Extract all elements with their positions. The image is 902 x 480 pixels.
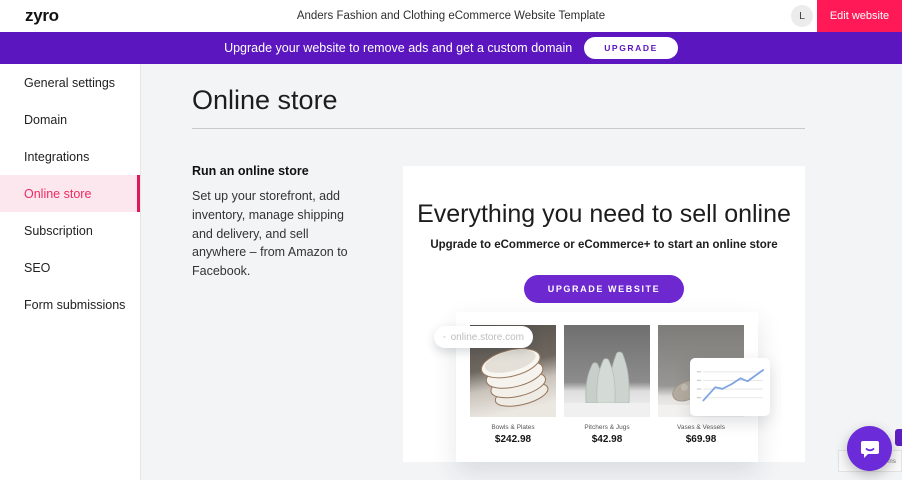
upgrade-website-button[interactable]: UPGRADE WEBSITE <box>524 275 685 303</box>
sidebar-item-subscription[interactable]: Subscription <box>0 212 140 249</box>
page-title: Online store <box>192 85 338 116</box>
upsell-subheading: Upgrade to eCommerce or eCommerce+ to st… <box>403 239 805 251</box>
product-tile: Pitchers & Jugs $42.98 <box>564 325 650 445</box>
edit-website-button[interactable]: Edit website <box>817 0 902 32</box>
product-name: Pitchers & Jugs <box>564 424 650 431</box>
product-name: Bowls & Plates <box>470 424 556 431</box>
store-url-text: online.store.com <box>451 332 524 343</box>
sidebar-item-integrations[interactable]: Integrations <box>0 138 140 175</box>
chat-button[interactable] <box>847 426 892 471</box>
cart-icon <box>443 331 446 343</box>
sidebar-item-form-submissions[interactable]: Form submissions <box>0 286 140 323</box>
sparkline-line <box>703 370 763 400</box>
top-header: zyro Anders Fashion and Clothing eCommer… <box>0 0 902 32</box>
site-template-title: Anders Fashion and Clothing eCommerce We… <box>0 0 902 32</box>
sidebar-item-seo[interactable]: SEO <box>0 249 140 286</box>
intro-heading: Run an online store <box>192 164 362 178</box>
ecommerce-upsell-card: Everything you need to sell online Upgra… <box>403 166 805 462</box>
sidebar-item-general-settings[interactable]: General settings <box>0 64 140 101</box>
sidebar-item-domain[interactable]: Domain <box>0 101 140 138</box>
sparkline-chart <box>694 363 766 411</box>
product-name: Vases & Vessels <box>658 424 744 431</box>
sales-sparkline-card <box>690 358 770 416</box>
title-divider <box>192 128 805 129</box>
upgrade-button[interactable]: UPGRADE <box>584 37 678 59</box>
product-photo-pitchers <box>564 325 650 417</box>
main-content: Online store Run an online store Set up … <box>141 64 902 480</box>
intro-body: Set up your storefront, add inventory, m… <box>192 187 362 281</box>
intro-text-block: Run an online store Set up your storefro… <box>192 164 362 281</box>
product-price: $242.98 <box>470 434 556 445</box>
settings-sidebar: General settings Domain Integrations Onl… <box>0 64 141 480</box>
sidebar-item-online-store[interactable]: Online store <box>0 175 140 212</box>
product-price: $69.98 <box>658 434 744 445</box>
chat-bubble-icon <box>858 437 882 461</box>
upsell-heading: Everything you need to sell online <box>403 200 805 229</box>
product-price: $42.98 <box>564 434 650 445</box>
upgrade-banner: Upgrade your website to remove ads and g… <box>0 32 902 64</box>
user-avatar[interactable]: L <box>791 5 813 27</box>
store-url-pill: online.store.com <box>434 326 533 348</box>
chat-widget-tab[interactable] <box>895 429 902 446</box>
upgrade-banner-text: Upgrade your website to remove ads and g… <box>224 41 572 55</box>
app-window: zyro Anders Fashion and Clothing eCommer… <box>0 0 902 480</box>
